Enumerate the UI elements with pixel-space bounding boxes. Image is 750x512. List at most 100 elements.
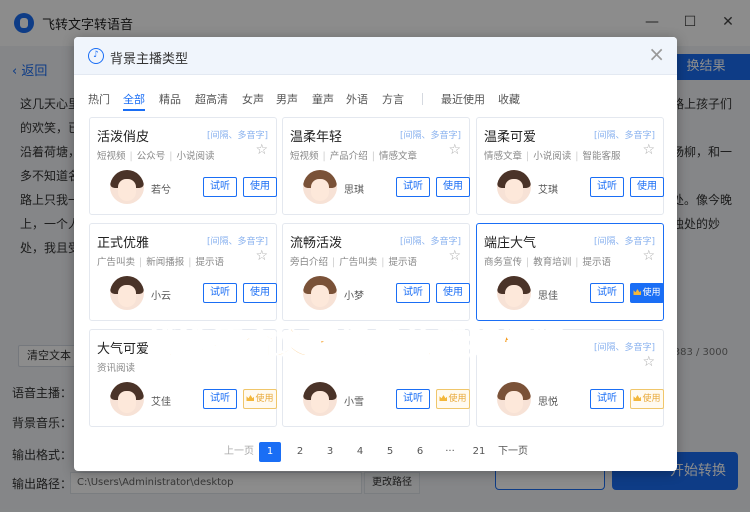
card-badge: [间隔、多音字] [399, 237, 461, 247]
voice-name: 小梦 [344, 291, 364, 302]
voice-card[interactable]: 温柔年轻 [间隔、多音字] 短视频 | 产品介绍 | 情感文章 ☆ 思琪 试听 使用 [282, 117, 470, 215]
music-note-icon: ♪ [88, 48, 104, 64]
voice-name: 小云 [151, 291, 171, 302]
avatar [110, 276, 144, 310]
tag: 情感文章 [484, 151, 523, 162]
page-1[interactable]: 1 [259, 442, 281, 462]
avatar [497, 276, 531, 310]
tag: 公众号 [136, 151, 166, 162]
card-badge: [间隔、多音字] [593, 131, 655, 141]
tag: 教育培训 [533, 257, 572, 268]
try-button[interactable]: 试听 [590, 177, 624, 197]
card-title: 活泼俏皮 [97, 130, 150, 145]
tag: 提示语 [388, 257, 417, 268]
use-label: 使用 [642, 394, 661, 404]
tag: 商务宣传 [484, 257, 523, 268]
use-button[interactable]: 使用 [630, 177, 664, 197]
use-label: 使用 [642, 288, 661, 298]
use-button[interactable]: 使用 [243, 283, 277, 303]
tab-male[interactable]: 男声 [276, 91, 298, 107]
card-tags: 短视频 | 产品介绍 | 情感文章 [290, 151, 417, 162]
vip-use-button[interactable]: 使用 [630, 283, 664, 303]
star-icon[interactable]: ☆ [642, 248, 655, 264]
star-icon[interactable]: ☆ [255, 142, 268, 158]
card-badge: [间隔、多音字] [593, 343, 655, 353]
card-tags: 旁白介绍 | 广告叫卖 | 提示语 [290, 257, 417, 268]
voice-card[interactable]: 流畅活泼 [间隔、多音字] 旁白介绍 | 广告叫卖 | 提示语 ☆ 小梦 试听 使用 [282, 223, 470, 321]
prev-page-button[interactable]: 上一页 [224, 442, 254, 462]
page-5[interactable]: 5 [379, 442, 401, 462]
tag: 广告叫卖 [97, 257, 136, 268]
tab-all[interactable]: 全部 [123, 91, 145, 111]
use-button[interactable]: 使用 [436, 283, 470, 303]
vip-use-button[interactable]: 使用 [243, 389, 277, 409]
tab-divider [422, 93, 423, 105]
tag: 短视频 [97, 151, 126, 162]
card-tags: 短视频 | 公众号 | 小说阅读 [97, 151, 215, 162]
tag: 智能客服 [582, 151, 621, 162]
use-button[interactable]: 使用 [243, 177, 277, 197]
page-2[interactable]: 2 [289, 442, 311, 462]
page-4[interactable]: 4 [349, 442, 371, 462]
tab-favorites[interactable]: 收藏 [498, 91, 520, 107]
voice-name: 艾佳 [151, 397, 171, 408]
tag: 情感文章 [378, 151, 417, 162]
vip-crown-icon [246, 395, 255, 401]
tab-hot[interactable]: 热门 [88, 91, 110, 107]
try-button[interactable]: 试听 [203, 177, 237, 197]
voice-card[interactable]: 温柔可爱 [间隔、多音字] 情感文章 | 小说阅读 | 智能客服 ☆ 艾琪 试听 使用 [476, 117, 664, 215]
promo-caption: 挑选符合文案场景的音频模版 [147, 325, 564, 362]
tag: 广告叫卖 [339, 257, 378, 268]
try-button[interactable]: 试听 [590, 389, 624, 409]
try-button[interactable]: 试听 [396, 283, 430, 303]
avatar [303, 382, 337, 416]
try-button[interactable]: 试听 [590, 283, 624, 303]
tag: 短视频 [290, 151, 319, 162]
tab-foreign[interactable]: 外语 [346, 91, 368, 107]
avatar [110, 170, 144, 204]
page-ellipsis[interactable]: ··· [439, 442, 461, 462]
vip-use-button[interactable]: 使用 [630, 389, 664, 409]
star-icon[interactable]: ☆ [448, 248, 461, 264]
star-icon[interactable]: ☆ [448, 142, 461, 158]
avatar [303, 276, 337, 310]
page-21[interactable]: 21 [468, 442, 490, 462]
tag: 新闻播报 [146, 257, 185, 268]
voice-card-selected[interactable]: 端庄大气 [间隔、多音字] 商务宣传 | 教育培训 | 提示语 ☆ 思佳 试听 使用 [476, 223, 664, 321]
star-icon[interactable]: ☆ [642, 142, 655, 158]
tab-dialect[interactable]: 方言 [382, 91, 404, 107]
tab-child[interactable]: 童声 [312, 91, 334, 107]
close-icon[interactable]: × [648, 44, 665, 64]
tag: 资讯阅读 [97, 363, 136, 374]
voice-name: 思悦 [538, 397, 558, 408]
dialog-header: ♪ 背景主播类型 × [74, 37, 677, 75]
dialog-title: 背景主播类型 [110, 52, 189, 67]
tag: 小说阅读 [176, 151, 215, 162]
tab-recent[interactable]: 最近使用 [441, 91, 485, 107]
avatar [497, 382, 531, 416]
voice-name: 思琪 [344, 185, 364, 196]
use-label: 使用 [255, 394, 274, 404]
voice-name: 小雪 [344, 397, 364, 408]
use-button[interactable]: 使用 [436, 177, 470, 197]
card-title: 流畅活泼 [290, 236, 343, 251]
star-icon[interactable]: ☆ [255, 248, 268, 264]
tab-female[interactable]: 女声 [242, 91, 264, 107]
star-icon[interactable]: ☆ [642, 354, 655, 370]
try-button[interactable]: 试听 [203, 389, 237, 409]
tab-premium[interactable]: 精品 [159, 91, 181, 107]
voice-card[interactable]: 正式优雅 [间隔、多音字] 广告叫卖 | 新闻播报 | 提示语 ☆ 小云 试听 使用 [89, 223, 277, 321]
try-button[interactable]: 试听 [203, 283, 237, 303]
page-3[interactable]: 3 [319, 442, 341, 462]
next-page-button[interactable]: 下一页 [498, 442, 528, 462]
try-button[interactable]: 试听 [396, 177, 430, 197]
card-title: 温柔年轻 [290, 130, 343, 145]
vip-use-button[interactable]: 使用 [436, 389, 470, 409]
tab-ultra-hd[interactable]: 超高清 [195, 91, 228, 107]
card-title: 端庄大气 [484, 236, 537, 251]
voice-card[interactable]: 活泼俏皮 [间隔、多音字] 短视频 | 公众号 | 小说阅读 ☆ 若兮 试听 使用 [89, 117, 277, 215]
avatar [303, 170, 337, 204]
card-tags: 商务宣传 | 教育培训 | 提示语 [484, 257, 611, 268]
try-button[interactable]: 试听 [396, 389, 430, 409]
page-6[interactable]: 6 [409, 442, 431, 462]
